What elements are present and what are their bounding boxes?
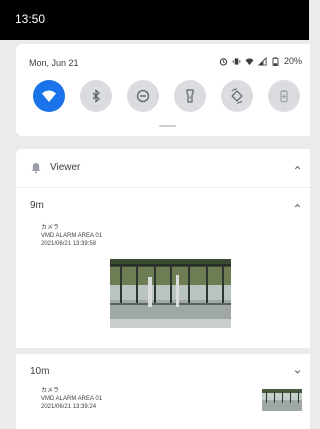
flashlight-tile[interactable] xyxy=(174,80,206,112)
camera-name: カメラ xyxy=(41,388,60,394)
camera-snapshot-thumbnail[interactable] xyxy=(262,389,302,411)
wifi-icon xyxy=(42,90,56,102)
notification-text: カメラ VMD ALARM AREA 01 2021/06/21 13:39:2… xyxy=(41,387,102,411)
notification-text: カメラ VMD ALARM AREA 01 2021/06/21 13:39:5… xyxy=(41,224,102,248)
chevron-up-icon[interactable] xyxy=(293,201,302,210)
quick-settings-panel: Mon, Jun 21 20% xyxy=(16,44,310,136)
notification-item[interactable]: 9m カメラ VMD ALARM AREA 01 2021/06/21 13:3… xyxy=(16,188,310,348)
chevron-up-icon[interactable] xyxy=(293,163,302,172)
camera-name: カメラ xyxy=(41,225,60,231)
bell-icon xyxy=(31,163,41,173)
bluetooth-icon xyxy=(92,89,100,103)
battery-saver-icon xyxy=(280,90,288,103)
status-bar: 13:50 xyxy=(0,0,309,40)
notification-item[interactable]: 10m カメラ VMD ALARM AREA 01 2021/06/21 13:… xyxy=(16,354,310,429)
snapshot-scene xyxy=(110,259,231,328)
wifi-tile[interactable] xyxy=(33,80,65,112)
auto-rotate-icon xyxy=(231,88,243,104)
event-name: VMD ALARM AREA 01 xyxy=(41,233,103,239)
app-name: Viewer xyxy=(50,162,81,173)
thumbnail-scene xyxy=(262,389,302,411)
auto-rotate-tile[interactable] xyxy=(221,80,253,112)
battery-saver-tile[interactable] xyxy=(268,80,300,112)
battery-icon xyxy=(272,56,279,66)
event-timestamp: 2021/06/21 13:39:58 xyxy=(41,241,97,247)
event-timestamp: 2021/06/21 13:39:24 xyxy=(41,404,97,410)
bluetooth-tile[interactable] xyxy=(80,80,112,112)
do-not-disturb-icon xyxy=(136,89,150,103)
chevron-down-icon[interactable] xyxy=(293,367,302,376)
camera-snapshot-image[interactable] xyxy=(110,259,231,328)
expand-handle[interactable] xyxy=(159,125,176,127)
alarm-icon xyxy=(219,57,228,66)
wifi-signal-icon xyxy=(245,57,254,65)
cell-signal-icon xyxy=(257,56,267,66)
event-name: VMD ALARM AREA 01 xyxy=(41,396,103,402)
notification-age: 9m xyxy=(30,200,44,211)
flashlight-icon xyxy=(186,89,194,103)
vibrate-icon xyxy=(232,57,241,65)
status-time: 13:50 xyxy=(15,12,46,26)
quick-tiles xyxy=(33,80,300,112)
qs-date[interactable]: Mon, Jun 21 xyxy=(29,58,79,68)
qs-status-icons: 20% xyxy=(219,56,302,66)
dnd-tile[interactable] xyxy=(127,80,159,112)
notification-group-header[interactable]: Viewer xyxy=(16,149,310,188)
notification-age: 10m xyxy=(30,366,50,377)
battery-percent: 20% xyxy=(283,56,302,66)
